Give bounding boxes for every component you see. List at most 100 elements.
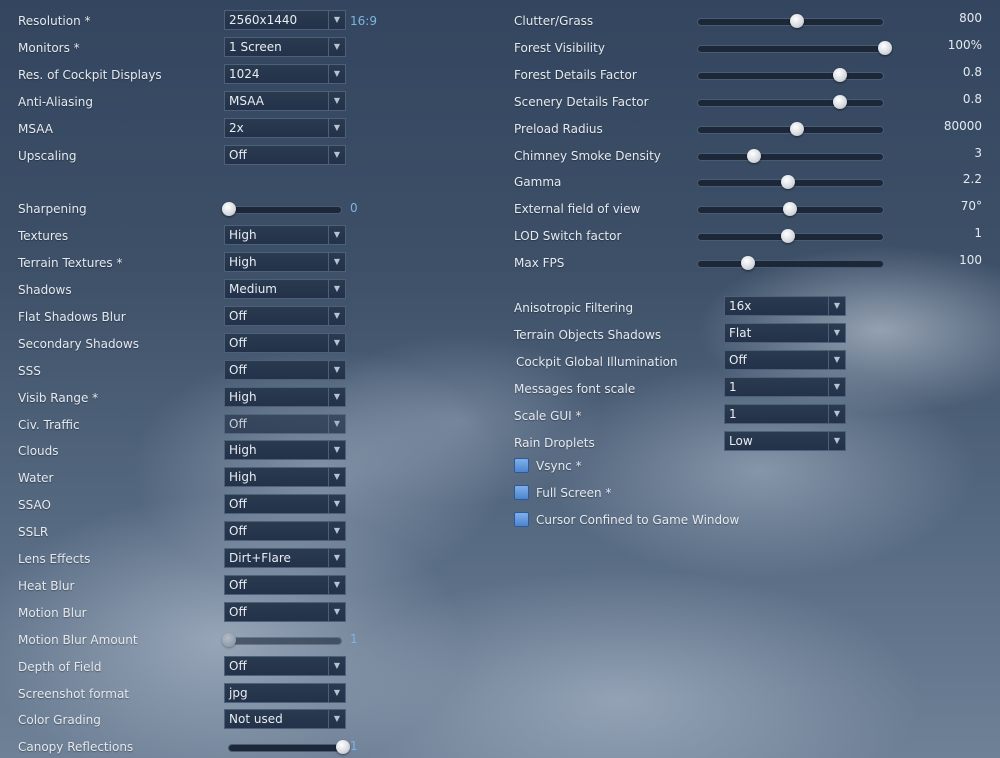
canopy-reflections-slider[interactable]: [228, 740, 350, 755]
shadows-dropdown-value: Medium: [229, 282, 277, 296]
resolution-dropdown[interactable]: 2560x1440 ▼: [224, 10, 346, 30]
civ-traffic-dropdown[interactable]: Off ▼: [224, 413, 346, 434]
chevron-down-icon: ▼: [328, 226, 345, 245]
vsync-checkbox-label[interactable]: Vsync *: [536, 459, 582, 473]
preload-radius-label: Preload Radius: [514, 121, 603, 136]
max-fps-slider-handle[interactable]: [741, 256, 756, 271]
shadows-label: Shadows: [18, 283, 72, 297]
msaa-dropdown[interactable]: 2x ▼: [224, 117, 346, 138]
chevron-down-icon: ▼: [328, 118, 345, 137]
chimney-smoke-density-slider-handle[interactable]: [747, 148, 762, 163]
flat-shadows-blur-dropdown[interactable]: Off ▼: [224, 305, 346, 326]
motion-blur-dropdown-value: Off: [229, 604, 247, 619]
forest-details-factor-label: Forest Details Factor: [514, 67, 637, 82]
gamma-slider[interactable]: [697, 175, 884, 190]
forest-details-factor-value: 0.8: [962, 64, 982, 79]
heat-blur-dropdown[interactable]: Off ▼: [224, 574, 346, 595]
res-of-cockpit-displays-label: Res. of Cockpit Displays: [18, 67, 162, 82]
ssao-dropdown-value: Off: [229, 497, 247, 512]
shadows-dropdown[interactable]: Medium ▼: [224, 279, 346, 299]
chevron-down-icon: ▼: [328, 495, 345, 514]
chevron-down-icon: ▼: [328, 91, 345, 110]
sslr-label: SSLR: [18, 525, 49, 540]
civ-traffic-label: Civ. Traffic: [18, 417, 80, 432]
res-of-cockpit-displays-dropdown[interactable]: 1024 ▼: [224, 63, 346, 84]
chevron-down-icon: ▼: [828, 297, 845, 315]
scale-gui-label: Scale GUI *: [514, 408, 582, 423]
depth-of-field-dropdown[interactable]: Off ▼: [224, 655, 346, 676]
scenery-details-factor-value: 0.8: [962, 91, 982, 106]
motion-blur-amount-slider-handle[interactable]: [222, 632, 236, 647]
monitors-dropdown[interactable]: 1 Screen ▼: [224, 36, 346, 57]
color-grading-dropdown[interactable]: Not used ▼: [224, 709, 346, 730]
color-grading-label: Color Grading: [18, 713, 101, 728]
water-dropdown[interactable]: High ▼: [224, 467, 346, 488]
forest-details-factor-slider[interactable]: [697, 67, 884, 82]
sharpening-slider-handle[interactable]: [222, 202, 236, 217]
messages-font-scale-dropdown-value: 1: [729, 379, 737, 394]
rain-droplets-dropdown[interactable]: Low ▼: [724, 430, 846, 451]
sslr-dropdown[interactable]: Off ▼: [224, 521, 346, 542]
gamma-label: Gamma: [514, 175, 562, 190]
terrain-objects-shadows-dropdown[interactable]: Flat ▼: [724, 322, 846, 343]
terrain-textures-dropdown-value: High: [229, 255, 257, 270]
lod-switch-factor-slider[interactable]: [697, 229, 884, 244]
chevron-down-icon: ▼: [328, 145, 345, 164]
ssao-dropdown[interactable]: Off ▼: [224, 494, 346, 515]
forest-visibility-slider[interactable]: [697, 40, 892, 55]
chevron-down-icon: ▼: [328, 306, 345, 325]
external-field-of-view-slider-handle[interactable]: [782, 202, 797, 217]
screenshot-format-dropdown[interactable]: jpg ▼: [224, 682, 346, 703]
forest-details-factor-slider-handle[interactable]: [833, 67, 848, 82]
lens-effects-dropdown[interactable]: Dirt+Flare ▼: [224, 548, 346, 568]
gamma-slider-handle[interactable]: [780, 175, 795, 190]
preload-radius-slider-handle[interactable]: [790, 121, 805, 136]
vsync-checkbox[interactable]: [514, 458, 529, 473]
anisotropic-filtering-dropdown[interactable]: 16x ▼: [724, 296, 846, 316]
cursor-confined-to-game-window-checkbox-label[interactable]: Cursor Confined to Game Window: [536, 513, 739, 527]
chevron-down-icon: ▼: [328, 387, 345, 406]
scale-gui-dropdown[interactable]: 1 ▼: [724, 403, 846, 424]
textures-dropdown[interactable]: High ▼: [224, 225, 346, 246]
scenery-details-factor-slider-handle[interactable]: [833, 94, 848, 109]
chevron-down-icon: ▼: [328, 575, 345, 594]
max-fps-slider[interactable]: [697, 256, 884, 271]
terrain-textures-dropdown[interactable]: High ▼: [224, 252, 346, 273]
clouds-dropdown[interactable]: High ▼: [224, 440, 346, 461]
chevron-down-icon: ▼: [328, 333, 345, 352]
resolution-aspect-ratio: 16:9: [350, 14, 377, 28]
forest-visibility-slider-handle[interactable]: [878, 40, 892, 55]
anti-aliasing-dropdown-value: MSAA: [229, 93, 264, 108]
full-screen-checkbox-label[interactable]: Full Screen *: [536, 486, 611, 500]
canopy-reflections-slider-handle[interactable]: [336, 740, 350, 755]
clutter-grass-slider-handle[interactable]: [790, 14, 805, 28]
cursor-confined-to-game-window-checkbox[interactable]: [514, 511, 529, 527]
visib-range-dropdown[interactable]: High ▼: [224, 386, 346, 407]
chevron-down-icon: ▼: [328, 253, 345, 272]
motion-blur-dropdown[interactable]: Off ▼: [224, 601, 346, 622]
lod-switch-factor-slider-handle[interactable]: [780, 229, 795, 244]
preload-radius-slider[interactable]: [697, 121, 884, 136]
scenery-details-factor-slider[interactable]: [697, 94, 884, 109]
chevron-down-icon: ▼: [328, 414, 345, 433]
clutter-grass-slider[interactable]: [697, 14, 884, 28]
sss-label: SSS: [18, 363, 41, 378]
sss-dropdown[interactable]: Off ▼: [224, 359, 346, 380]
sharpening-slider[interactable]: [222, 202, 342, 217]
clutter-grass-label: Clutter/Grass: [514, 14, 594, 28]
anti-aliasing-dropdown[interactable]: MSAA ▼: [224, 90, 346, 111]
full-screen-checkbox[interactable]: [514, 484, 529, 500]
upscaling-dropdown[interactable]: Off ▼: [224, 144, 346, 165]
scenery-details-factor-label: Scenery Details Factor: [514, 94, 649, 109]
external-field-of-view-slider[interactable]: [697, 202, 884, 217]
monitors-label: Monitors *: [18, 40, 80, 55]
cockpit-global-illumination-dropdown[interactable]: Off ▼: [724, 349, 846, 370]
secondary-shadows-dropdown[interactable]: Off ▼: [224, 332, 346, 353]
chimney-smoke-density-slider[interactable]: [697, 148, 884, 163]
messages-font-scale-dropdown[interactable]: 1 ▼: [724, 376, 846, 397]
resolution-dropdown-value: 2560x1440: [229, 13, 298, 27]
motion-blur-amount-slider[interactable]: [222, 632, 342, 647]
chevron-down-icon: ▼: [328, 602, 345, 621]
max-fps-label: Max FPS: [514, 256, 565, 271]
sslr-dropdown-value: Off: [229, 524, 247, 539]
